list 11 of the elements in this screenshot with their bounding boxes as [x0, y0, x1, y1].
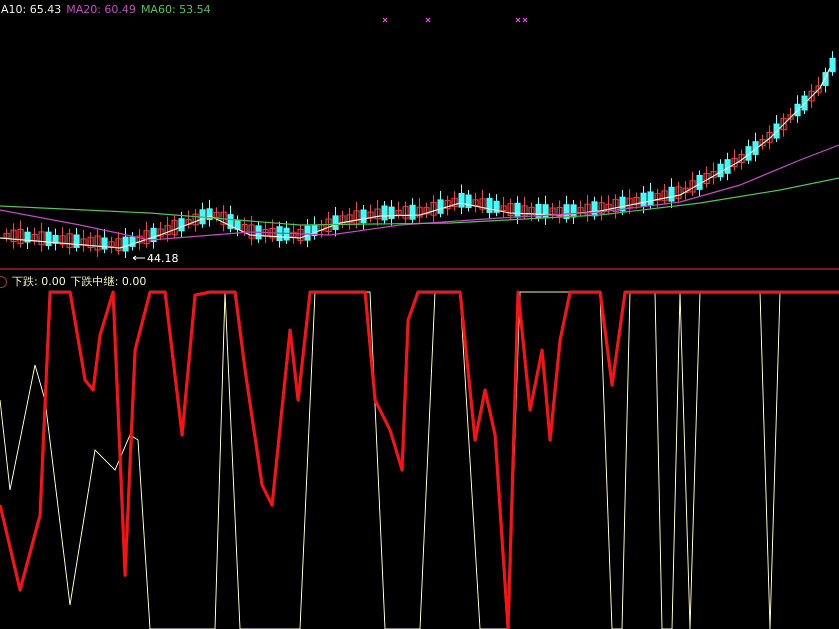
low-price-label: 44.18 — [147, 252, 178, 265]
cross-mark-icon — [522, 18, 528, 22]
legend-label: MA20: 60.49 — [66, 3, 136, 16]
cross-mark-icon — [426, 18, 430, 22]
cross-mark-icon — [516, 18, 520, 22]
legend-label: A10: 65.43 — [1, 3, 62, 16]
legend-label: 下跌: 0.00 — [12, 274, 66, 289]
legend-label: MA60: 53.54 — [140, 3, 211, 16]
arrow-icon — [132, 256, 146, 260]
cross-mark-icon — [382, 18, 388, 22]
legend-label: 下跌中继: 0.00 — [70, 274, 146, 289]
